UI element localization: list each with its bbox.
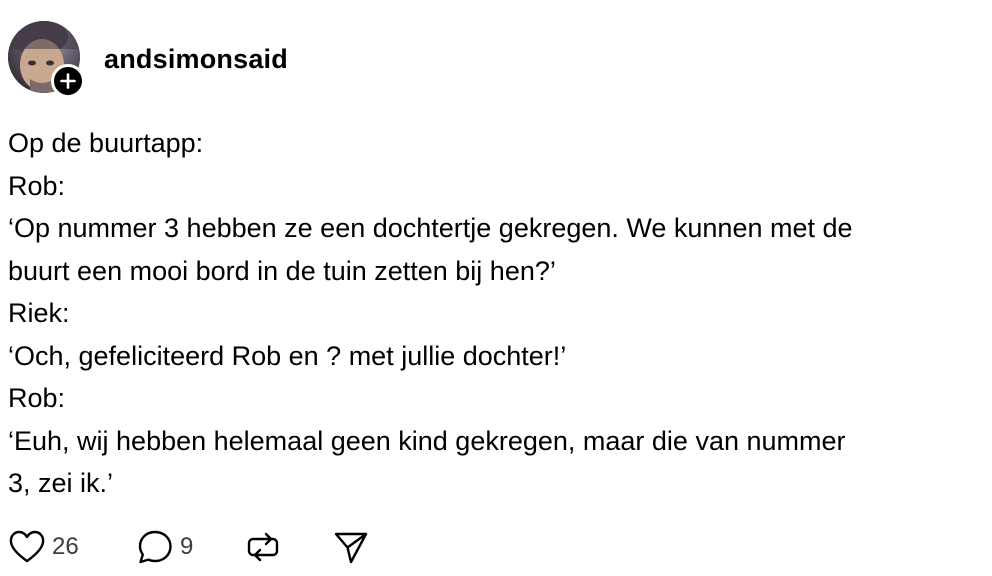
follow-button[interactable] <box>51 64 85 98</box>
send-icon <box>332 529 370 565</box>
post-line: Riek: <box>8 298 70 328</box>
repost-button[interactable] <box>244 527 282 567</box>
reply-count: 9 <box>180 533 194 560</box>
speech-bubble-icon <box>136 529 174 565</box>
heart-icon <box>8 529 46 565</box>
share-button[interactable] <box>332 527 370 567</box>
repost-icon <box>244 528 282 566</box>
post-line: buurt een mooi bord in de tuin zetten bi… <box>8 255 556 286</box>
post-line: Op de buurtapp: <box>8 128 204 158</box>
post-line: ‘Och, gefeliciteerd Rob en ? met jullie … <box>8 340 567 371</box>
post-line: Rob: <box>8 170 66 201</box>
avatar-container[interactable] <box>8 21 85 98</box>
post-actions: 26 9 <box>8 527 508 567</box>
post-header: andsimonsaid <box>8 21 908 98</box>
post-line: ‘Euh, wij hebben helemaal geen kind gekr… <box>8 425 846 456</box>
post-text: Op de buurtapp: Rob: ‘Op nummer 3 hebben… <box>8 122 983 505</box>
plus-icon <box>60 73 76 89</box>
post-line: 3, zei ik.’ <box>8 468 114 498</box>
post-line: Rob: <box>8 383 66 413</box>
like-count: 26 <box>52 533 79 560</box>
like-button[interactable]: 26 <box>8 527 79 567</box>
post-line: ‘Op nummer 3 hebben ze een dochtertje ge… <box>8 213 853 243</box>
username[interactable]: andsimonsaid <box>104 43 288 75</box>
reply-button[interactable]: 9 <box>136 527 193 567</box>
